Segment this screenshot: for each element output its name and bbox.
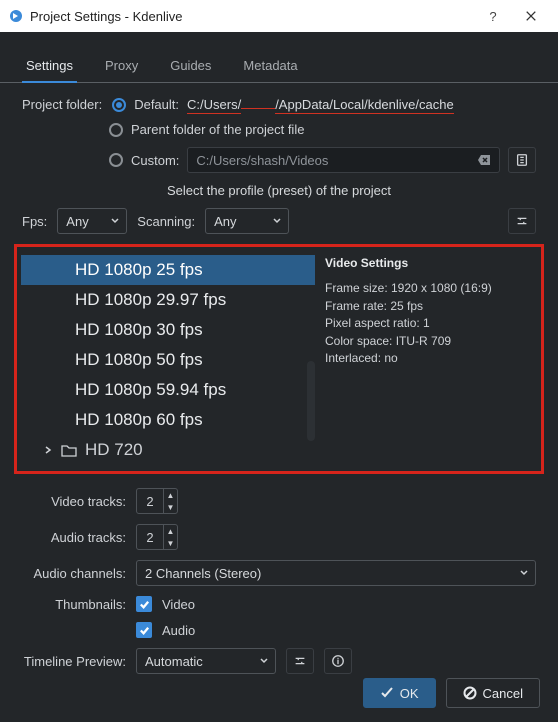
audio-channels-select[interactable]: 2 Channels (Stereo)	[136, 560, 536, 586]
profile-item[interactable]: HD 1080p 50 fps	[21, 345, 315, 375]
project-folder-label: Project folder:	[22, 97, 102, 112]
scrollbar[interactable]	[307, 361, 315, 441]
pixel-aspect: Pixel aspect ratio: 1	[325, 315, 535, 332]
radio-parent[interactable]	[109, 123, 123, 137]
profile-tree[interactable]: HD 1080p 25 fps HD 1080p 29.97 fps HD 10…	[21, 251, 315, 467]
timeline-config-button[interactable]	[286, 648, 314, 674]
color-space: Color space: ITU-R 709	[325, 333, 535, 350]
interlaced: Interlaced: no	[325, 350, 535, 367]
video-tracks-spin[interactable]: 2▲▼	[136, 488, 178, 514]
profile-note: Select the profile (preset) of the proje…	[0, 183, 558, 198]
tabs: Settings Proxy Guides Metadata	[0, 50, 558, 83]
profile-folder[interactable]: HD 720	[21, 435, 315, 465]
profile-item[interactable]: HD 1080p 30 fps	[21, 315, 315, 345]
close-button[interactable]	[512, 0, 550, 32]
profile-item[interactable]: HD 1080p 29.97 fps	[21, 285, 315, 315]
spin-down[interactable]: ▼	[164, 501, 177, 513]
default-label: Default:	[134, 97, 179, 112]
scanning-select[interactable]: Any	[205, 208, 289, 234]
timeline-info-button[interactable]	[324, 648, 352, 674]
folder-icon	[61, 443, 77, 457]
profile-item[interactable]: HD 1080p 60 fps	[21, 405, 315, 435]
video-settings-panel: Video Settings Frame size: 1920 x 1080 (…	[321, 251, 537, 467]
custom-label: Custom:	[131, 153, 179, 168]
filter-button[interactable]	[508, 208, 536, 234]
radio-default[interactable]	[112, 98, 126, 112]
titlebar: Project Settings - Kdenlive ?	[0, 0, 558, 32]
audio-tracks-label: Audio tracks:	[22, 530, 126, 545]
timeline-preview-label: Timeline Preview:	[22, 654, 126, 669]
profile-item[interactable]: HD 1080p 25 fps	[21, 255, 315, 285]
thumb-video-label: Video	[162, 597, 195, 612]
audio-channels-label: Audio channels:	[22, 566, 126, 581]
chevron-right-icon	[43, 445, 53, 455]
tab-proxy[interactable]: Proxy	[101, 50, 142, 82]
video-tracks-label: Video tracks:	[22, 494, 126, 509]
help-button[interactable]: ?	[474, 0, 512, 32]
frame-rate: Frame rate: 25 fps	[325, 298, 535, 315]
thumb-audio-label: Audio	[162, 623, 195, 638]
app-icon	[8, 8, 24, 24]
profile-area: HD 1080p 25 fps HD 1080p 29.97 fps HD 10…	[14, 244, 544, 474]
video-settings-header: Video Settings	[325, 255, 535, 272]
tab-guides[interactable]: Guides	[166, 50, 215, 82]
window-title: Project Settings - Kdenlive	[30, 9, 474, 24]
custom-path-input[interactable]: C:/Users/shash/Videos	[187, 147, 500, 173]
radio-custom[interactable]	[109, 153, 123, 167]
ok-button[interactable]: OK	[363, 678, 436, 708]
thumb-video-check[interactable]	[136, 596, 152, 612]
browse-button[interactable]	[508, 147, 536, 173]
spin-up[interactable]: ▲	[164, 525, 177, 537]
tab-metadata[interactable]: Metadata	[239, 50, 301, 82]
thumbnails-label: Thumbnails:	[22, 597, 126, 612]
parent-label: Parent folder of the project file	[131, 122, 304, 137]
spin-down[interactable]: ▼	[164, 537, 177, 549]
clear-icon[interactable]	[477, 154, 491, 166]
fps-select[interactable]: Any	[57, 208, 127, 234]
frame-size: Frame size: 1920 x 1080 (16:9)	[325, 280, 535, 297]
audio-tracks-spin[interactable]: 2▲▼	[136, 524, 178, 550]
fps-label: Fps:	[22, 214, 47, 229]
cancel-button[interactable]: Cancel	[446, 678, 540, 708]
default-path: C:/Users/ /AppData/Local/kdenlive/cache	[187, 97, 454, 112]
tab-settings[interactable]: Settings	[22, 50, 77, 83]
timeline-preview-select[interactable]: Automatic	[136, 648, 276, 674]
profile-item[interactable]: HD 1080p 59.94 fps	[21, 375, 315, 405]
scanning-label: Scanning:	[137, 214, 195, 229]
spin-up[interactable]: ▲	[164, 489, 177, 501]
thumb-audio-check[interactable]	[136, 622, 152, 638]
